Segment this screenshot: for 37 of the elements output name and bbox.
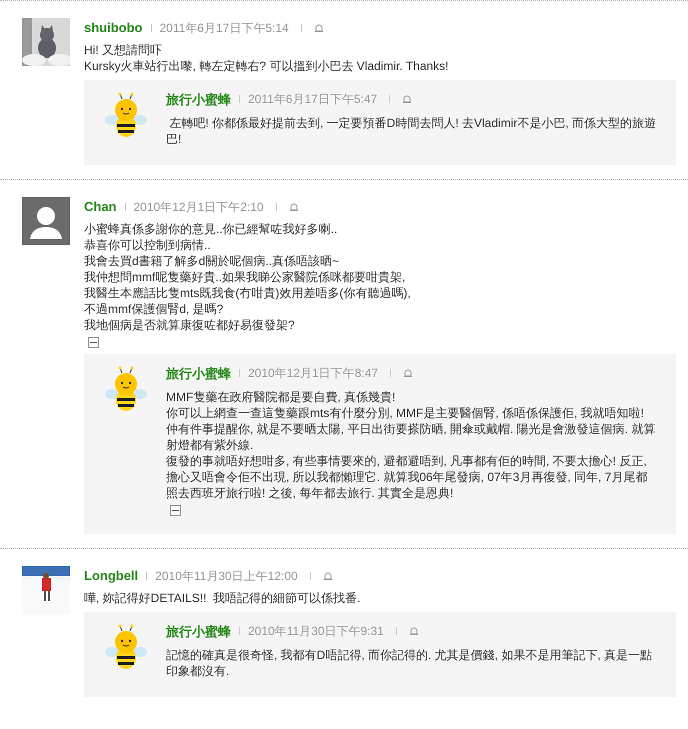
reply-text: MMF隻藥在政府醫院都是要自費, 真係幾貴! <box>166 389 396 405</box>
comment-text: Hi! 又想請問吓 <box>84 42 163 58</box>
comment-date: 2011年6月17日下午5:47 <box>248 91 378 108</box>
bell-icon[interactable] <box>288 202 299 212</box>
reply-text: 記憶的確真是很奇怪, 我都有D唔記得, 而你記得的. 尤其是價錢, 如果不是用筆記下, 真是一點印象都沒有. <box>166 647 654 679</box>
bell-icon[interactable] <box>314 22 324 33</box>
avatar-icon <box>22 197 70 245</box>
comment-date: 2011年6月17日下午5:14 <box>160 20 289 37</box>
author-name[interactable]: 旅行小蜜蜂 <box>166 90 231 109</box>
comment-date: 2010年11月30日下午9:31 <box>248 623 384 640</box>
author-name[interactable]: Longbell <box>84 566 138 586</box>
comment-text: Kursky火車站行出嚟, 轉左定轉右? 可以搵到小巴去 Vladimir. Thanks! <box>84 58 450 74</box>
author-name[interactable]: Chan <box>84 197 116 216</box>
comment-text: 不過mmf保護個腎d, 是嗎? <box>84 300 224 316</box>
author-name[interactable]: shuibobo <box>84 18 142 38</box>
comment-text: 恭喜你可以控制到病情.. <box>84 236 212 252</box>
reply-text: 你可以上網查一查這隻藥跟mts有什麼分別, MMF是主要醫個腎, 係唔係保護佢, 我就唔知啦! <box>166 405 645 421</box>
comment-date: 2010年11月30日上午12:00 <box>155 568 298 585</box>
bell-icon[interactable] <box>402 94 412 104</box>
bell-icon[interactable] <box>322 570 333 581</box>
comment-text: 我仲想問mmf呢隻藥好貴..如果我睇公家醫院係咪都要咁貴架, <box>84 268 406 284</box>
author-name[interactable]: 旅行小蜜蜂 <box>166 364 231 383</box>
comment-text: 我醫生本應話比隻mts既我食(冇咁貴)效用差唔多(你有聽過嗎), <box>84 284 412 300</box>
bell-icon[interactable] <box>408 626 419 636</box>
collapse-icon[interactable] <box>170 505 181 516</box>
collapse-icon[interactable] <box>88 336 99 348</box>
comment-text: 我地個病是否就算康復咗都好易復發架? <box>84 316 296 332</box>
comment-text: 小蜜蜂真係多謝你的意見..你已經幫咗我好多喇.. <box>84 220 338 236</box>
comment-text: 嘩, 妳記得好DETAILS!! 我唔記得的細節可以係找番. <box>84 590 362 606</box>
comment-text: 我會去買d書籍了解多d關於呢個病..真係唔該晒~ <box>84 252 340 268</box>
bell-icon[interactable] <box>403 368 414 378</box>
comment-date: 2010年12月1日下午8:47 <box>248 365 378 382</box>
reply-text: 復發的事就唔好想咁多, 有些事情要來的, 避都避唔到, 凡事都有佢的時間, 不要太擔心! 反正, 擔心又唔會令佢不出現, 所以我都懶理它. 就算我06年尾發病, 07年3月再復發, 同年, 7月尾都照去西班牙旅行啦! 之後, 每年都去旅行. 其實全是恩典! <box>166 453 648 501</box>
reply-text: 左轉吧! 你都係最好提前去到, 一定要預番D時間去問人! 去Vladimir不是小巴, 而係大型的旅遊巴! <box>166 115 658 147</box>
reply-text: 仲有件事提醒你, 就是不要晒太陽, 平日出街要搽防晒, 開傘或戴帽. 陽光是會激發這個病. 就算射燈都有紫外線. <box>166 421 656 453</box>
author-name[interactable]: 旅行小蜜蜂 <box>166 622 231 641</box>
comment-date: 2010年12月1日下午2:10 <box>134 198 264 216</box>
